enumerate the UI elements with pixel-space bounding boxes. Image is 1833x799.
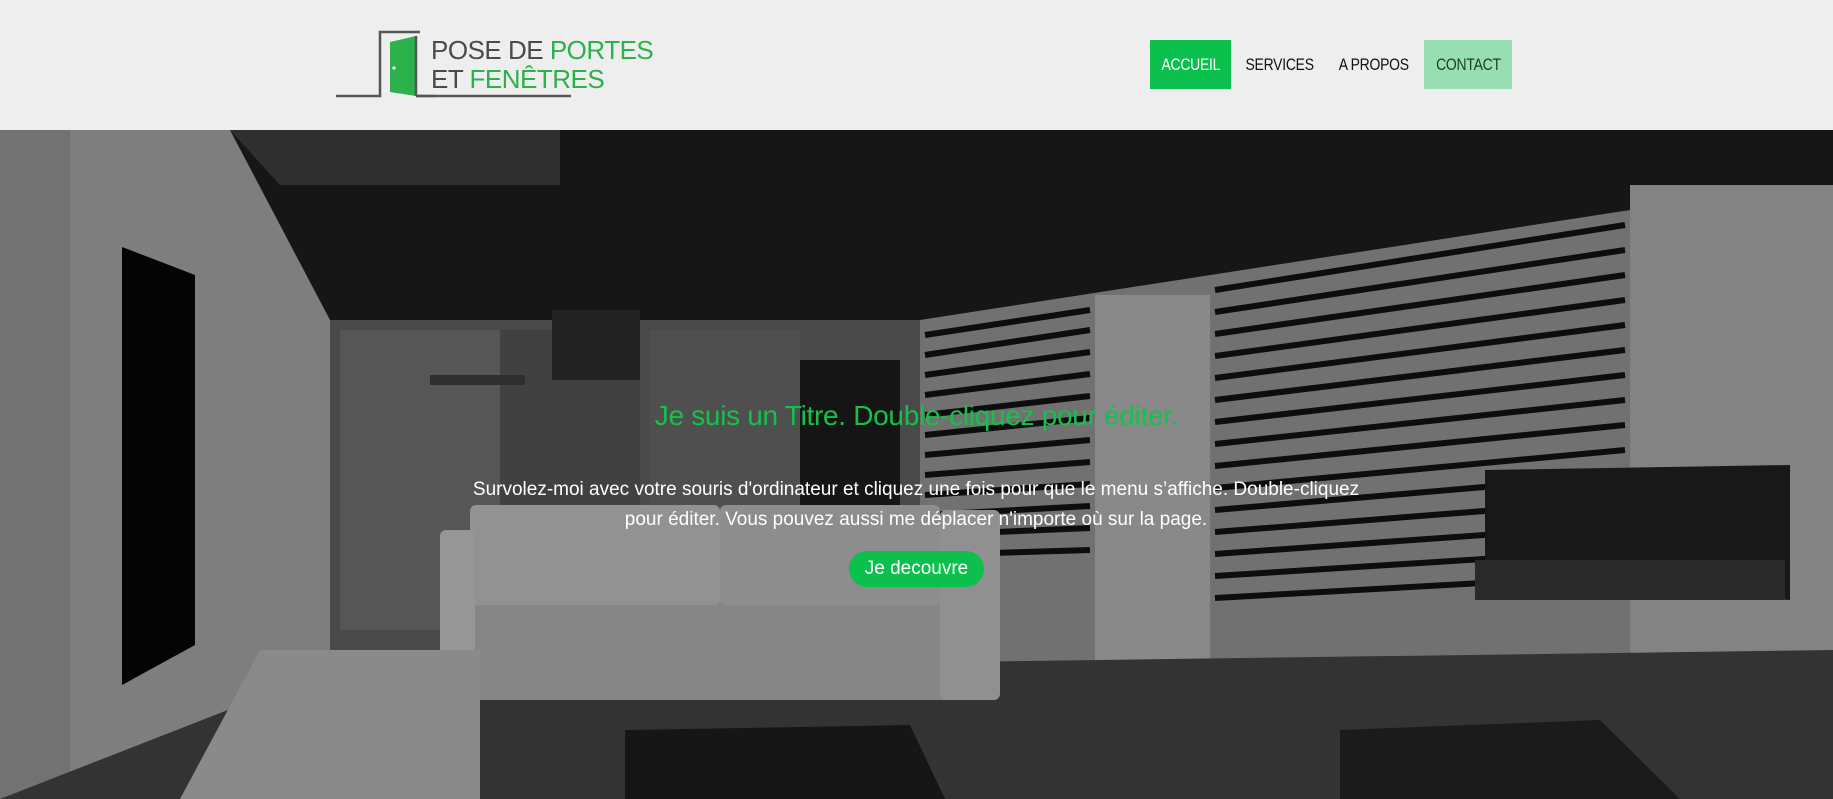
nav-item-a-propos[interactable]: A PROPOS (1330, 40, 1418, 89)
site-header: POSE DE PORTES ET FENÊTRES ACCUEIL SERVI… (0, 0, 1833, 130)
logo-text: POSE DE PORTES ET FENÊTRES (431, 35, 654, 94)
hero-title: Je suis un Titre. Double-cliquez pour éd… (654, 400, 1179, 431)
logo-line1-b: PORTES (549, 35, 654, 65)
site-logo[interactable]: POSE DE PORTES ET FENÊTRES (334, 30, 654, 100)
logo-line1-a: POSE DE (431, 35, 550, 65)
discover-button[interactable]: Je decouvre (849, 551, 984, 587)
logo-line2-a: ET (431, 64, 470, 94)
hero-text: Survolez-moi avec votre souris d'ordinat… (472, 479, 1360, 530)
nav-item-services[interactable]: SERVICES (1237, 40, 1322, 89)
nav-item-accueil[interactable]: ACCUEIL (1150, 40, 1231, 89)
hero-background-image (0, 130, 1833, 799)
nav-item-contact[interactable]: CONTACT (1424, 40, 1512, 89)
hero-section: Je suis un Titre. Double-cliquez pour éd… (0, 130, 1833, 799)
logo-line2-b: FENÊTRES (469, 64, 605, 94)
